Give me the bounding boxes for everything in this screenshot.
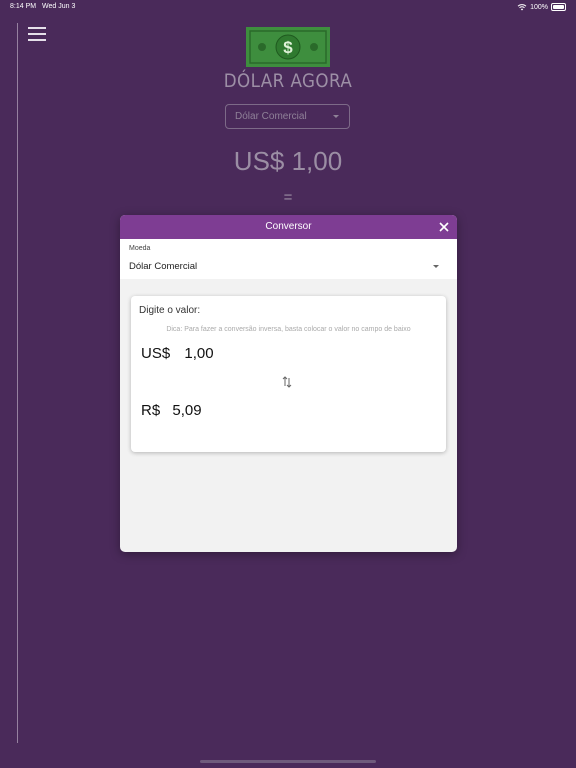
brl-symbol: R$	[141, 402, 161, 419]
dollar-bill-logo: $	[246, 27, 330, 67]
chevron-down-icon	[333, 115, 339, 118]
rate-type-value: Dólar Comercial	[235, 111, 307, 122]
status-time: 8:14 PM	[10, 3, 37, 10]
rate-type-select[interactable]: Dólar Comercial	[225, 104, 350, 129]
battery-icon	[551, 3, 566, 11]
status-bar: 8:14 PM Wed Jun 3 100%	[0, 0, 576, 14]
usd-symbol: US$	[141, 345, 171, 362]
app-title: DÓLAR AGORA	[223, 70, 353, 92]
currency-select[interactable]: Moeda Dólar Comercial	[120, 239, 457, 279]
equals-sign: =	[283, 189, 293, 206]
drawer-edge-line	[17, 23, 18, 743]
modal-header: Conversor	[120, 215, 457, 239]
chevron-down-icon[interactable]	[433, 265, 439, 268]
currency-value: Dólar Comercial	[129, 261, 198, 272]
brl-amount-input[interactable]	[172, 402, 233, 419]
swap-icon[interactable]	[281, 376, 293, 388]
conversion-card: Digite o valor: Dica: Para fazer a conve…	[131, 296, 446, 452]
base-amount: US$ 1,00	[233, 146, 343, 176]
close-icon[interactable]	[437, 220, 451, 234]
currency-label: Moeda	[129, 245, 151, 252]
wifi-icon	[517, 3, 527, 10]
usd-row: US$	[141, 345, 245, 362]
brl-row: R$	[141, 402, 233, 419]
menu-icon[interactable]	[28, 27, 46, 41]
status-right: 100%	[517, 3, 566, 11]
converter-modal: Conversor Moeda Dólar Comercial Digite o…	[120, 215, 457, 552]
modal-title: Conversor	[265, 221, 312, 232]
conversion-hint: Dica: Para fazer a conversão inversa, ba…	[166, 326, 411, 333]
home-indicator	[200, 760, 376, 763]
svg-text:$: $	[283, 38, 293, 57]
usd-amount-input[interactable]	[184, 345, 245, 362]
status-date: Wed Jun 3	[42, 3, 76, 10]
card-title: Digite o valor:	[139, 305, 201, 316]
battery-percent: 100%	[530, 3, 548, 11]
